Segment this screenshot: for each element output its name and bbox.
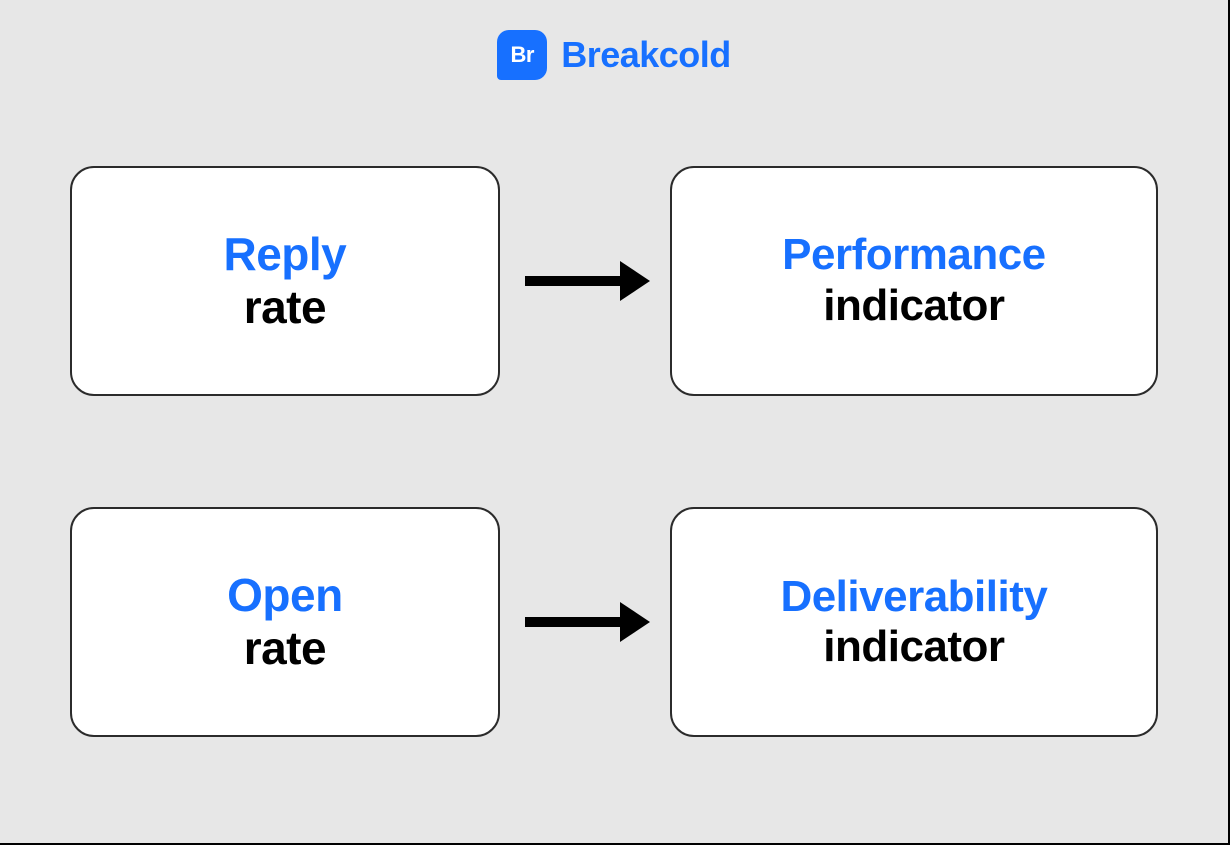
diagram-row: Reply rate Performance indicator xyxy=(70,166,1158,396)
box-performance-indicator: Performance indicator xyxy=(670,166,1158,396)
brand-logo-text: Br xyxy=(510,42,533,68)
box-reply-rate: Reply rate xyxy=(70,166,500,396)
box-subtitle: indicator xyxy=(823,281,1004,332)
box-subtitle: indicator xyxy=(823,622,1004,673)
box-title: Open xyxy=(227,569,343,622)
diagram-row: Open rate Deliverability indicator xyxy=(70,507,1158,737)
brand-header: Br Breakcold xyxy=(70,30,1158,80)
brand-logo-icon: Br xyxy=(497,30,547,80)
box-subtitle: rate xyxy=(244,281,326,334)
box-title: Deliverability xyxy=(780,572,1047,623)
arrow-right-icon xyxy=(520,251,650,311)
box-title: Performance xyxy=(782,230,1046,281)
box-open-rate: Open rate xyxy=(70,507,500,737)
diagram-rows: Reply rate Performance indicator Open ra… xyxy=(70,130,1158,783)
arrow-right-icon xyxy=(520,592,650,652)
box-deliverability-indicator: Deliverability indicator xyxy=(670,507,1158,737)
box-title: Reply xyxy=(224,228,347,281)
box-subtitle: rate xyxy=(244,622,326,675)
diagram-frame: Br Breakcold Reply rate Performance indi… xyxy=(0,0,1230,845)
brand-name: Breakcold xyxy=(561,34,731,76)
